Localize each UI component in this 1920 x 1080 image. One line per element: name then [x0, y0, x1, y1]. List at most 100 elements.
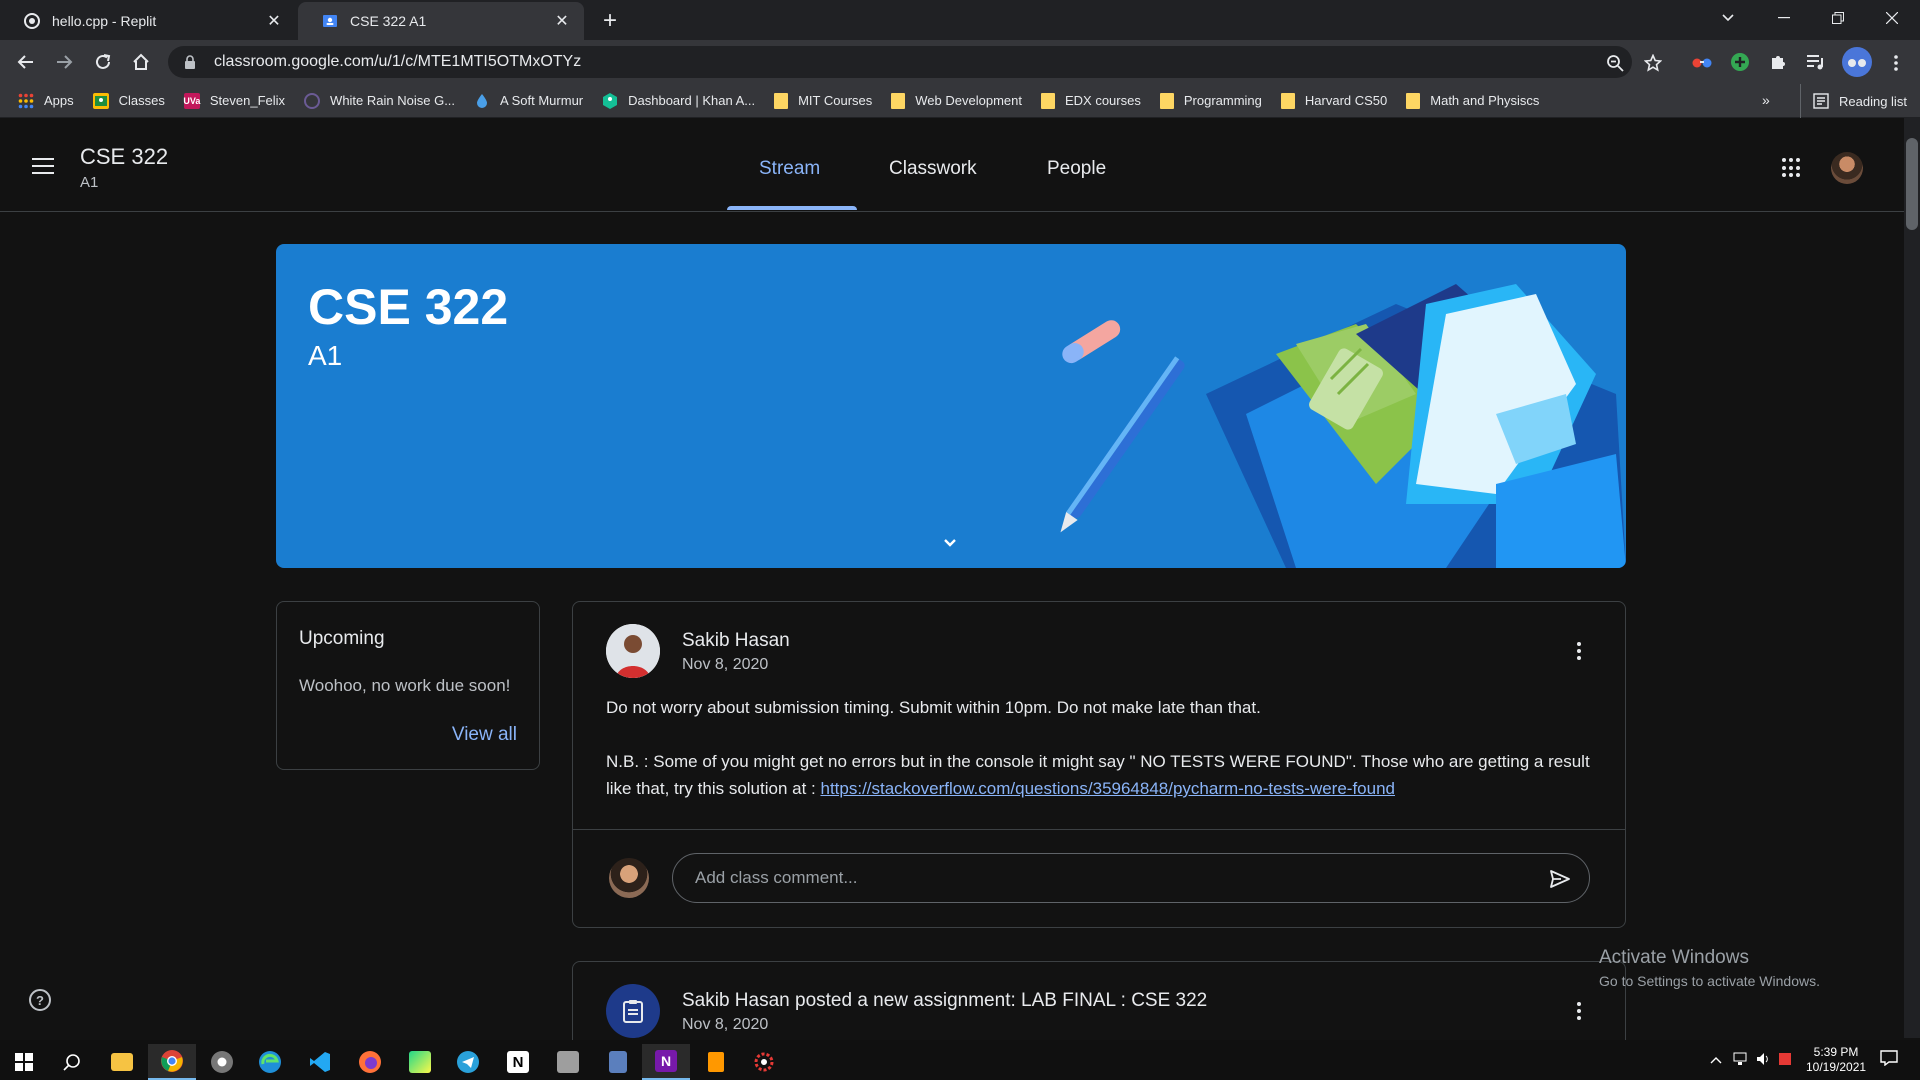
pycharm-icon[interactable]: [396, 1044, 444, 1080]
restore-icon[interactable]: [1810, 0, 1866, 36]
extension-plus-icon[interactable]: [1726, 48, 1754, 76]
page-scrollbar[interactable]: [1904, 118, 1920, 1038]
bookmark-label: Harvard CS50: [1304, 93, 1388, 108]
antivirus-icon[interactable]: [1778, 1052, 1792, 1069]
tab-stream[interactable]: Stream: [759, 158, 820, 180]
assignment-date: Nov 8, 2020: [682, 1016, 769, 1033]
windows-start-icon[interactable]: [0, 1044, 48, 1080]
post-text-line: Do not worry about submission timing. Su…: [606, 698, 1261, 717]
drop-icon: [474, 93, 490, 109]
profile-avatar-icon[interactable]: [1842, 47, 1872, 77]
watermark-subtitle: Go to Settings to activate Windows.: [1599, 973, 1820, 989]
firefox-icon[interactable]: [346, 1044, 394, 1080]
app-icon[interactable]: [544, 1044, 592, 1080]
tab-title: hello.cpp - Replit: [52, 13, 157, 29]
close-icon[interactable]: ✕: [264, 11, 284, 31]
onenote-icon[interactable]: N: [642, 1044, 690, 1080]
bookmark-folder-webdev[interactable]: Web Development: [891, 92, 1022, 109]
folder-icon: [891, 92, 906, 109]
window-close-icon[interactable]: [1864, 0, 1920, 36]
bookmark-apps[interactable]: Apps: [18, 93, 74, 109]
bookmark-folder-programming[interactable]: Programming: [1159, 92, 1262, 109]
vscode-icon[interactable]: [296, 1044, 344, 1080]
bookmark-classes[interactable]: Classes: [92, 92, 165, 109]
tray-overflow-icon[interactable]: [1710, 1052, 1722, 1067]
close-icon[interactable]: ✕: [552, 11, 572, 31]
bookmark-folder-mit[interactable]: MIT Courses: [774, 92, 872, 109]
noise-icon: [304, 92, 321, 109]
header-class-name[interactable]: CSE 322: [80, 144, 168, 170]
chrome-menu-icon[interactable]: [1885, 52, 1907, 74]
assignment-title[interactable]: Sakib Hasan posted a new assignment: LAB…: [682, 990, 1207, 1012]
url-text: classroom.google.com/u/1/c/MTE1MTI5OTMxO…: [214, 53, 582, 70]
forward-arrow-icon[interactable]: [48, 46, 80, 78]
extension-glasses-icon[interactable]: [1688, 48, 1716, 76]
scrollbar-thumb[interactable]: [1906, 138, 1918, 230]
bookmark-folder-math[interactable]: Math and Physiscs: [1406, 92, 1540, 109]
new-tab-button[interactable]: +: [594, 6, 626, 36]
more-options-icon[interactable]: [1577, 642, 1583, 663]
file-explorer-icon[interactable]: [98, 1044, 146, 1080]
banner-class-name[interactable]: CSE 322: [308, 278, 508, 336]
more-options-icon[interactable]: [1577, 1002, 1583, 1023]
post-link[interactable]: https://stackoverflow.com/questions/3596…: [820, 779, 1395, 798]
sublime-icon[interactable]: [692, 1044, 740, 1080]
notifications-icon[interactable]: [1880, 1050, 1898, 1069]
tab-search-icon[interactable]: [1700, 0, 1756, 36]
bookmark-khan[interactable]: Dashboard | Khan A...: [602, 92, 755, 109]
calculator-icon[interactable]: [594, 1044, 642, 1080]
google-apps-icon[interactable]: [1782, 158, 1802, 178]
search-icon[interactable]: [48, 1044, 96, 1080]
classroom-icon: [322, 13, 338, 29]
address-bar[interactable]: classroom.google.com/u/1/c/MTE1MTI5OTMxO…: [168, 46, 1632, 78]
apps-grid-icon: [18, 93, 34, 109]
bookmark-label: A Soft Murmur: [500, 93, 584, 108]
tab-classwork[interactable]: Classwork: [889, 158, 977, 180]
main-menu-icon[interactable]: [32, 158, 54, 179]
reload-icon[interactable]: [87, 46, 119, 78]
bookmark-steven-felix[interactable]: UVa Steven_Felix: [183, 92, 285, 109]
bookmark-label: Classes: [118, 93, 165, 108]
bookmark-soft-murmur[interactable]: A Soft Murmur: [474, 93, 583, 109]
extensions-puzzle-icon[interactable]: [1764, 48, 1792, 76]
taskbar-clock[interactable]: 5:39 PM 10/19/2021: [1806, 1045, 1866, 1075]
reading-list-button[interactable]: Reading list: [1800, 84, 1907, 118]
clock-time: 5:39 PM: [1813, 1045, 1859, 1059]
settings-gear-icon[interactable]: [740, 1044, 788, 1080]
bookmark-white-rain-noise[interactable]: White Rain Noise G...: [304, 92, 455, 109]
tab-people[interactable]: People: [1047, 158, 1106, 180]
volume-icon[interactable]: [1756, 1052, 1772, 1069]
account-avatar[interactable]: [1831, 152, 1863, 184]
bookmark-folder-edx[interactable]: EDX courses: [1040, 92, 1141, 109]
network-icon[interactable]: [1733, 1052, 1749, 1069]
media-control-icon[interactable]: [1802, 48, 1830, 76]
browser-toolbar: classroom.google.com/u/1/c/MTE1MTI5OTMxO…: [0, 40, 1920, 84]
clock-date: 10/19/2021: [1806, 1060, 1867, 1074]
class-comment-input[interactable]: Add class comment...: [672, 853, 1590, 903]
bookmark-label: Apps: [44, 93, 74, 108]
bookmark-folder-cs50[interactable]: Harvard CS50: [1280, 92, 1388, 109]
assignment-icon: [606, 984, 660, 1038]
bookmark-label: Math and Physiscs: [1430, 93, 1540, 108]
bookmark-star-icon[interactable]: [1642, 52, 1664, 74]
more-bookmarks-button[interactable]: »: [1762, 92, 1770, 108]
home-icon[interactable]: [125, 46, 157, 78]
tab-classroom[interactable]: CSE 322 A1 ✕: [298, 2, 584, 40]
notion-icon[interactable]: N: [494, 1044, 542, 1080]
zoom-icon[interactable]: [1604, 52, 1626, 74]
upcoming-title: Upcoming: [299, 628, 385, 649]
telegram-icon[interactable]: [444, 1044, 492, 1080]
back-arrow-icon[interactable]: [10, 46, 42, 78]
tab-replit[interactable]: hello.cpp - Replit ✕: [0, 2, 296, 40]
chevron-down-icon[interactable]: [938, 530, 962, 554]
activate-windows-watermark: Activate Windows Go to Settings to activ…: [1599, 947, 1820, 989]
bookmark-label: Programming: [1183, 93, 1262, 108]
send-icon[interactable]: [1549, 868, 1571, 890]
chrome-icon[interactable]: [148, 1044, 196, 1080]
minimize-icon[interactable]: [1756, 0, 1812, 36]
view-all-link[interactable]: View all: [452, 724, 517, 746]
upcoming-card: Upcoming Woohoo, no work due soon! View …: [276, 601, 540, 770]
edge-icon[interactable]: [246, 1044, 294, 1080]
chrome-profile-icon[interactable]: [198, 1044, 246, 1080]
help-icon[interactable]: ?: [29, 989, 51, 1011]
